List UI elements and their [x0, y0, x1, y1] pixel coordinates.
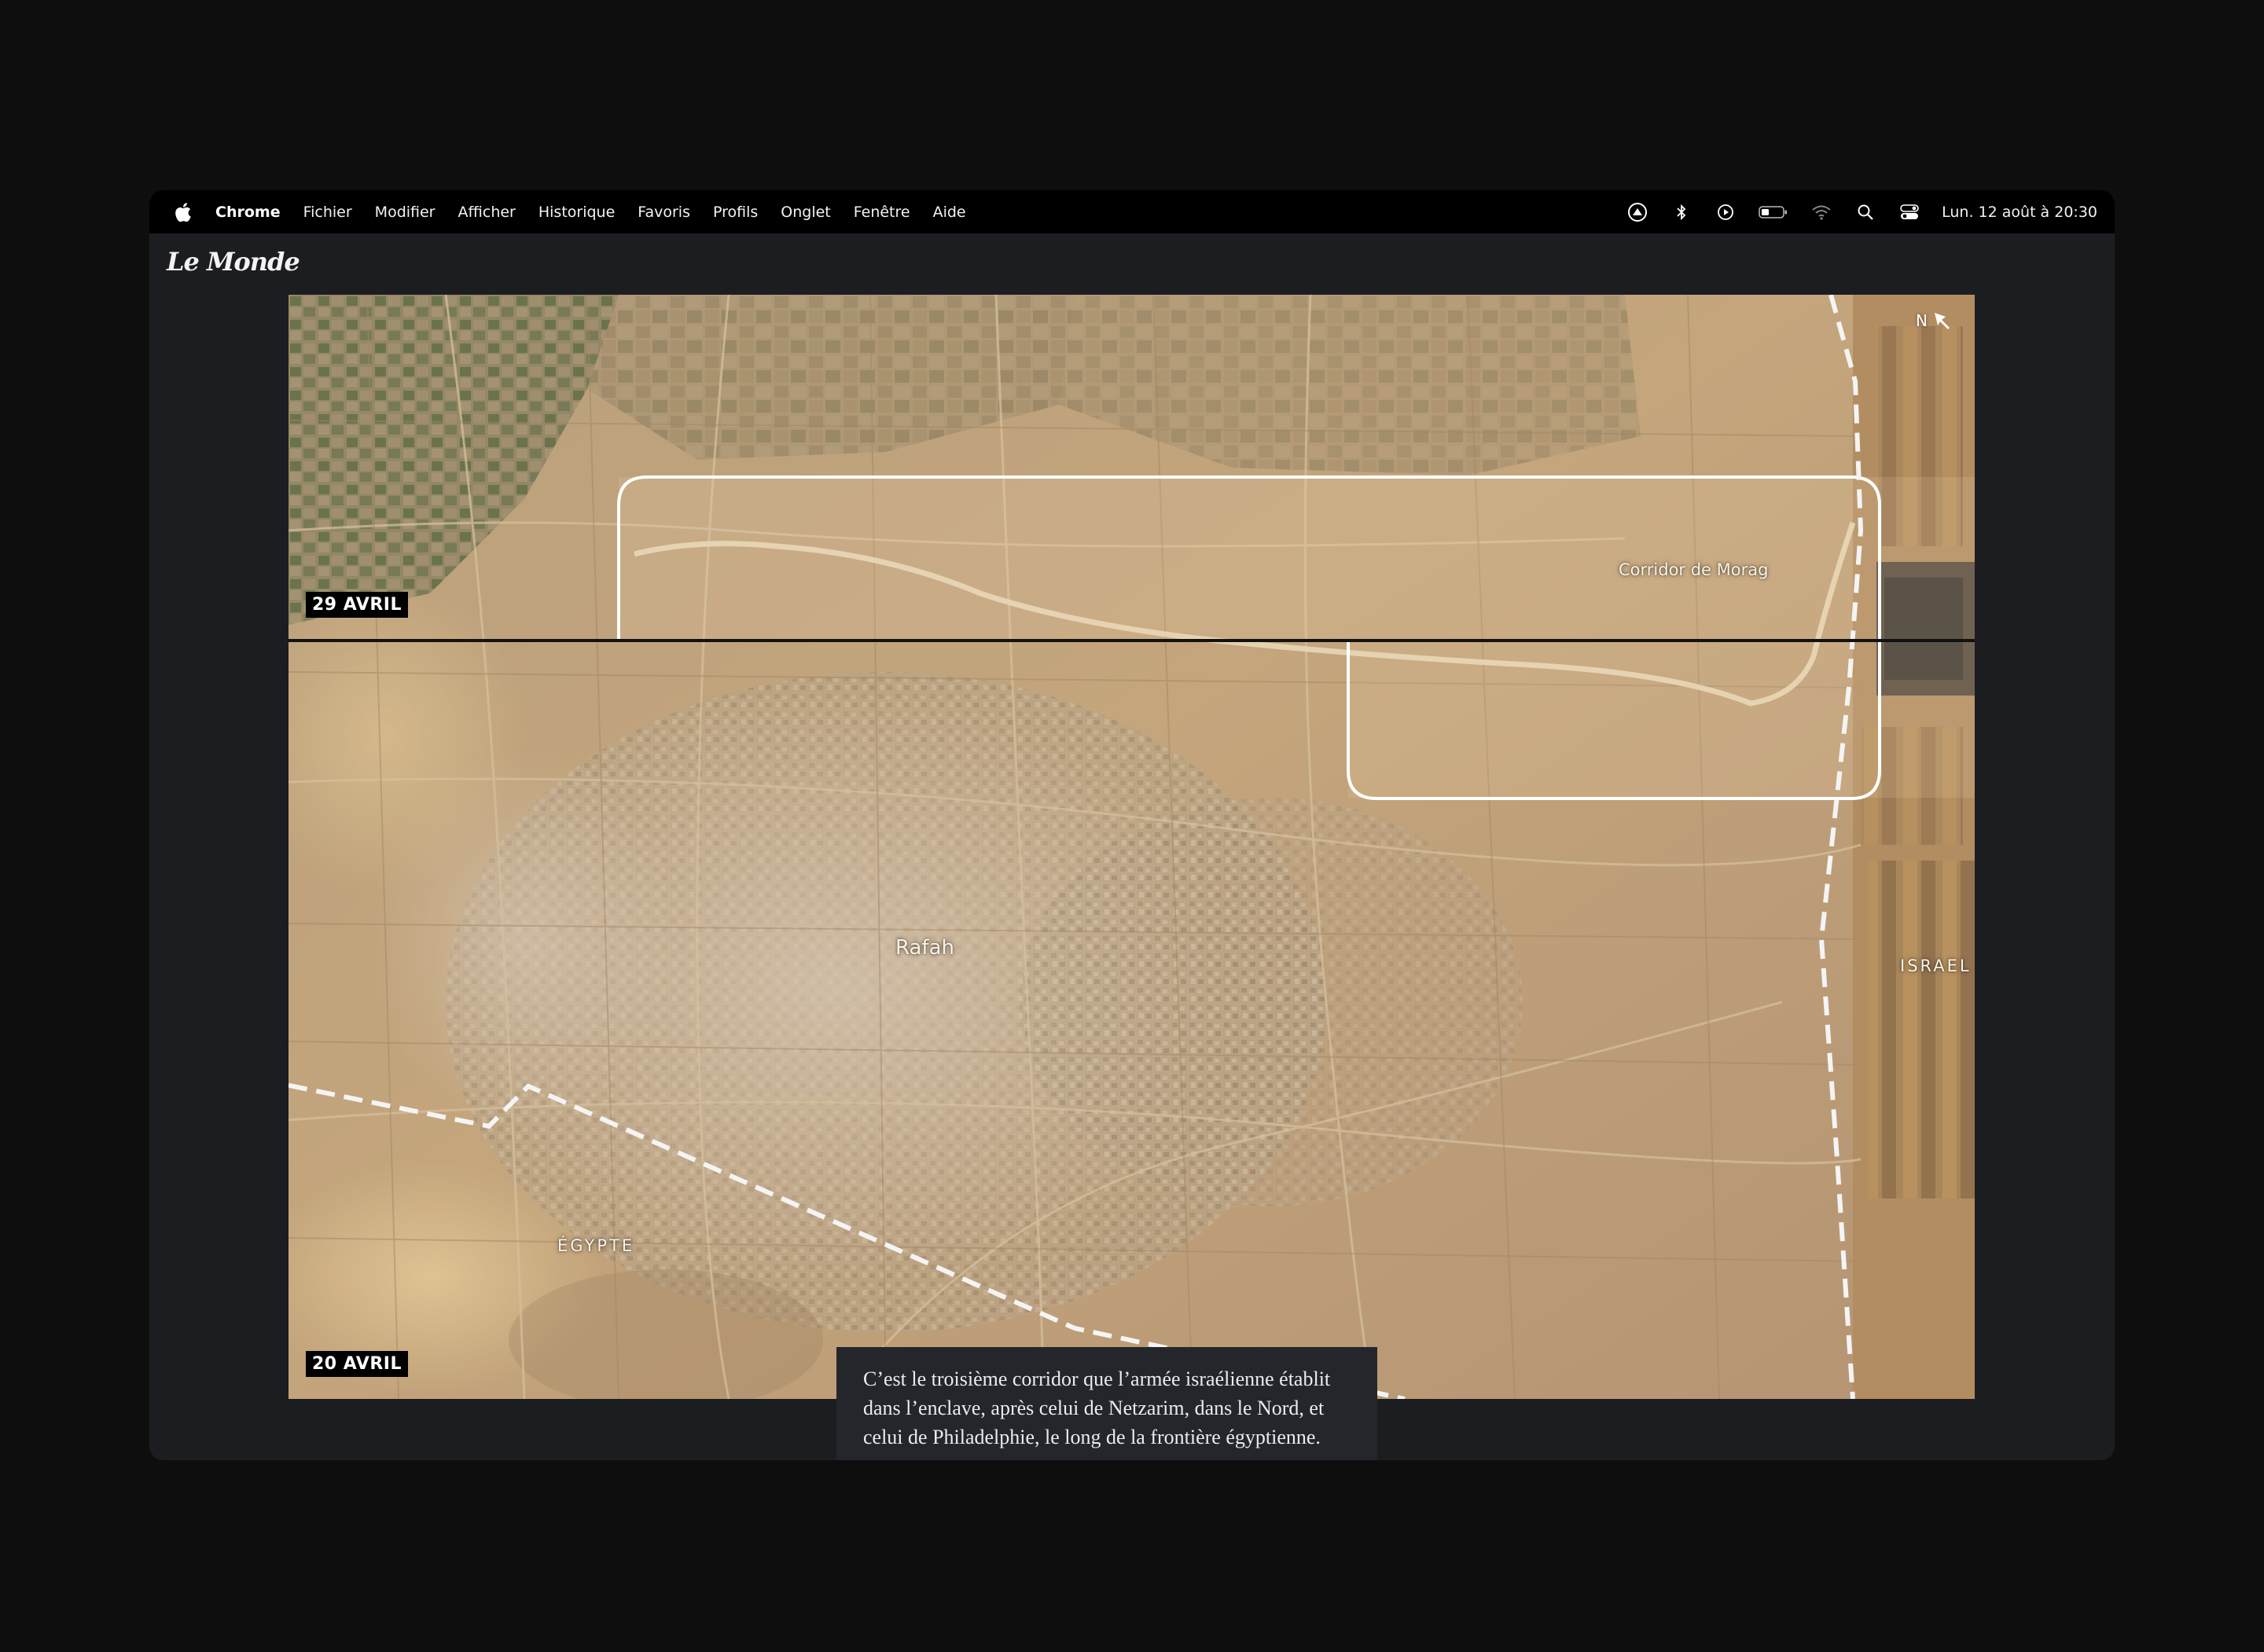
menu-modifier[interactable]: Modifier	[375, 204, 436, 221]
date-badge-bottom: 20 AVRIL	[306, 1351, 408, 1377]
label-israel: ISRAEL	[1900, 956, 1972, 975]
menu-onglet[interactable]: Onglet	[781, 204, 830, 221]
menu-favoris[interactable]: Favoris	[638, 204, 690, 221]
label-egypte: ÉGYPTE	[557, 1236, 635, 1255]
focus-icon[interactable]	[1626, 200, 1649, 224]
map-caption: C’est le troisième corridor que l’armée …	[836, 1347, 1377, 1460]
menu-aide[interactable]: Aide	[933, 204, 966, 221]
bluetooth-icon[interactable]	[1670, 200, 1693, 224]
menu-bar-right: Lun. 12 août à 20:30	[1605, 190, 2097, 233]
le-monde-logo[interactable]: Le Monde	[167, 247, 300, 277]
north-arrow-icon	[1935, 313, 1950, 329]
battery-icon[interactable]	[1758, 200, 1789, 224]
menu-historique[interactable]: Historique	[538, 204, 615, 221]
menu-profils[interactable]: Profils	[713, 204, 758, 221]
menu-bar: Chrome Fichier Modifier Afficher Histori…	[149, 190, 2115, 233]
menu-fenetre[interactable]: Fenêtre	[854, 204, 910, 221]
control-center-icon[interactable]	[1898, 200, 1921, 224]
wifi-icon[interactable]	[1810, 200, 1833, 224]
map-terrain	[289, 295, 1975, 1399]
apple-icon[interactable]	[173, 201, 192, 223]
play-icon[interactable]	[1714, 200, 1737, 224]
label-corridor-morag: Corridor de Morag	[1619, 560, 1769, 579]
menu-afficher[interactable]: Afficher	[458, 204, 516, 221]
menu-bar-left: Chrome Fichier Modifier Afficher Histori…	[173, 190, 989, 233]
menu-fichier[interactable]: Fichier	[303, 204, 352, 221]
label-rafah: Rafah	[895, 936, 954, 960]
north-label: N	[1916, 311, 1928, 330]
menu-bar-clock[interactable]: Lun. 12 août à 20:30	[1942, 204, 2097, 221]
north-indicator: N	[1916, 310, 1953, 331]
satellite-map: 29 AVRIL 20 AVRIL Corridor de Morag Rafa…	[289, 295, 1975, 1399]
browser-window: Chrome Fichier Modifier Afficher Histori…	[149, 190, 2115, 1460]
search-icon[interactable]	[1854, 200, 1877, 224]
date-badge-top: 29 AVRIL	[306, 592, 408, 618]
menu-app-chrome[interactable]: Chrome	[215, 204, 281, 221]
